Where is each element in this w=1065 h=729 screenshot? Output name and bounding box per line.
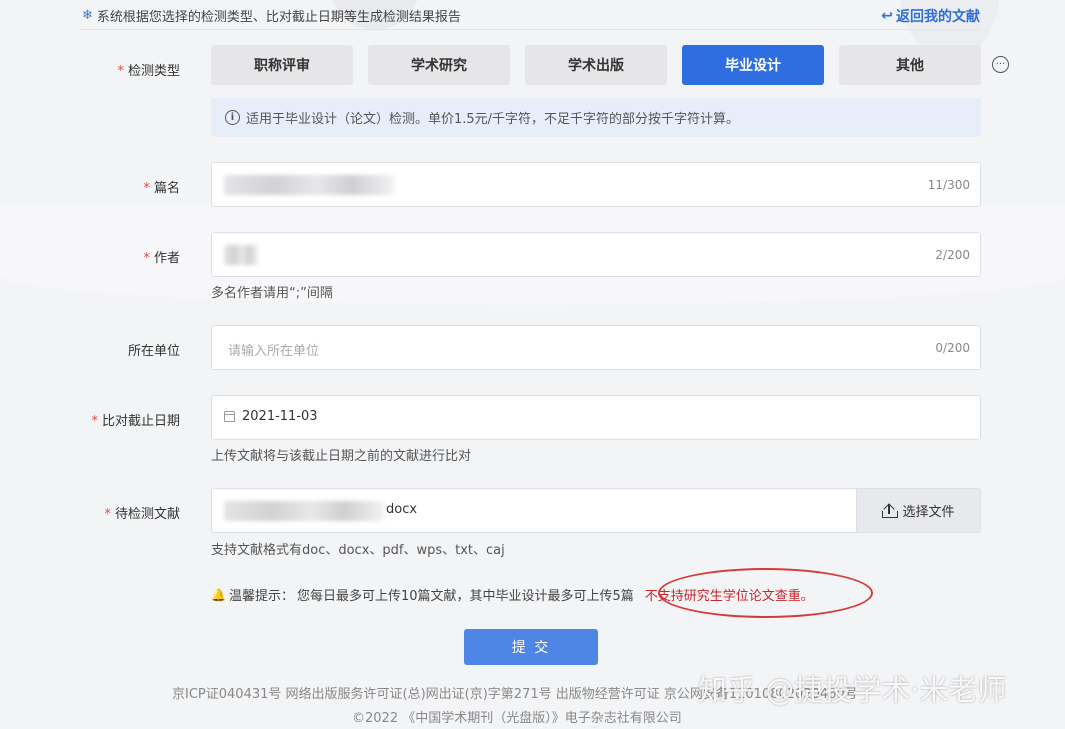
type-button-graduation-design[interactable]: 毕业设计 [682,45,824,85]
cutoff-date-picker[interactable]: 2021-11-03 [211,395,981,440]
detection-type-label: * 检测类型 [117,64,180,79]
type-button-other[interactable]: 其他 [839,45,981,85]
organization-placeholder: 请输入所在单位 [228,344,320,359]
submit-button[interactable]: 提 交 [464,629,598,665]
title-char-counter: 11/300 [927,178,970,192]
report-notice: ❄ 系统根据您选择的检测类型、比对截止日期等生成检测结果报告 [82,6,461,25]
choose-file-label: 选择文件 [902,505,955,520]
tip-main-text: 您每日最多可上传10篇文献，其中毕业设计最多可上传5篇 [296,589,634,604]
cutoff-date-label: * 比对截止日期 [91,414,180,429]
document-label: * 待检测文献 [104,507,180,522]
type-info-text: 适用于毕业设计（论文）检测。单价1.5元/千字符，不足千字符的部分按千字符计算。 [246,112,740,127]
snowflake-icon: ❄ [82,8,93,23]
annotation-circle [658,568,873,618]
tip-prefix: 温馨提示： [228,589,294,604]
redacted-title [224,175,394,195]
bell-icon: 🔔 [211,587,226,602]
footer-copyright: ©2022 《中国学术期刊（光盘版）》电子杂志社有限公司 [352,711,682,726]
back-link-label: 返回我的文献 [896,9,980,25]
author-label: * 作者 [143,251,180,266]
author-hint: 多名作者请用“;”间隔 [211,286,333,301]
document-filename-suffix: docx [386,502,418,517]
title-label: * 篇名 [143,181,180,196]
document-file-field[interactable]: docx 选择文件 [211,488,981,533]
watermark: 知乎 @捷投学术·米老师 [698,673,1007,707]
type-button-title-review[interactable]: 职称评审 [211,45,353,85]
cutoff-date-value: 2021-11-03 [242,409,318,424]
info-icon: i [225,110,240,125]
organization-input[interactable]: 请输入所在单位 0/200 [211,325,981,370]
more-options-icon[interactable]: ··· [992,56,1009,73]
organization-label: 所在单位 [127,344,180,359]
author-char-counter: 2/200 [935,248,970,262]
choose-file-button[interactable]: 选择文件 [856,489,980,532]
organization-char-counter: 0/200 [935,341,970,355]
redacted-filename [224,501,384,521]
return-arrow-icon: ↩ [881,8,893,24]
type-button-academic-publishing[interactable]: 学术出版 [525,45,667,85]
notice-text: 系统根据您选择的检测类型、比对截止日期等生成检测结果报告 [96,10,461,25]
top-bar: ❄ 系统根据您选择的检测类型、比对截止日期等生成检测结果报告 ↩ 返回我的文献 [80,0,980,30]
supported-formats-hint: 支持文献格式有doc、docx、pdf、wps、txt、caj [211,543,505,558]
title-input[interactable]: 11/300 [211,162,981,207]
cutoff-date-hint: 上传文献将与该截止日期之前的文献进行比对 [211,449,472,464]
calendar-icon [224,411,235,422]
type-info-box: i 适用于毕业设计（论文）检测。单价1.5元/千字符，不足千字符的部分按千字符计… [211,98,981,137]
redacted-author [224,245,258,265]
upload-icon [882,502,899,518]
type-button-academic-research[interactable]: 学术研究 [368,45,510,85]
author-input[interactable]: 2/200 [211,232,981,277]
back-to-my-documents-link[interactable]: ↩ 返回我的文献 [881,6,980,26]
